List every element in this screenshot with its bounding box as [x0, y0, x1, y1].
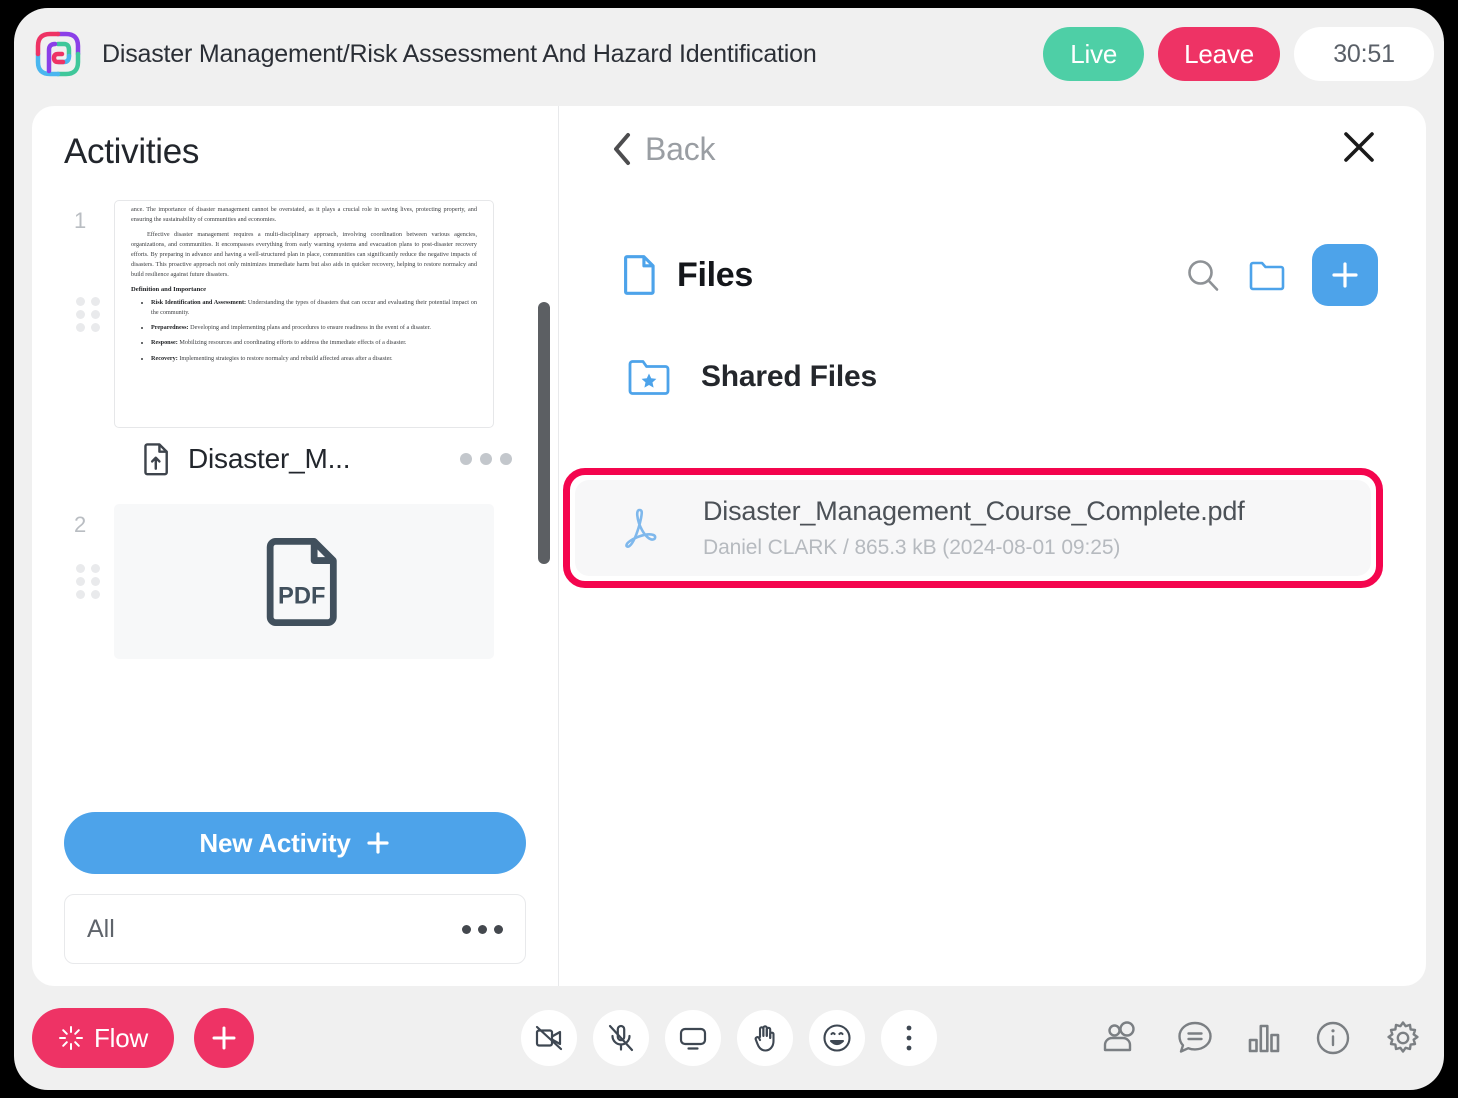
screen-share-button[interactable]	[665, 1010, 721, 1066]
files-panel: Back Files Shared Files Disaster_Managem…	[559, 106, 1426, 986]
file-row[interactable]: Disaster_Management_Course_Complete.pdf …	[575, 480, 1371, 576]
document-preview-thumbnail[interactable]: ance. The importance of disaster managem…	[114, 200, 494, 428]
doc-bullet: Response: Mobilizing resources and coord…	[151, 338, 477, 348]
new-activity-button[interactable]: New Activity	[64, 812, 526, 874]
activity-filter-select[interactable]: All	[64, 894, 526, 964]
back-button[interactable]: Back	[611, 130, 716, 168]
file-size: 865.3 kB	[854, 536, 937, 559]
raise-hand-icon	[749, 1022, 781, 1054]
center-tools	[521, 1010, 937, 1066]
leave-button[interactable]: Leave	[1158, 27, 1280, 81]
activity-index: 1	[74, 208, 87, 233]
settings-icon[interactable]	[1384, 1019, 1422, 1057]
poll-icon[interactable]	[1246, 1021, 1282, 1055]
more-options-button[interactable]	[881, 1010, 937, 1066]
doc-heading: Definition and Importance	[131, 286, 207, 294]
add-button[interactable]	[194, 1008, 255, 1068]
file-icon	[623, 254, 657, 296]
more-horizontal-icon[interactable]	[460, 453, 512, 465]
add-file-button[interactable]	[1312, 244, 1378, 306]
participants-icon[interactable]	[1102, 1020, 1144, 1056]
app-window: Disaster Management/Risk Assessment And …	[14, 8, 1444, 1090]
folder-name: Shared Files	[701, 360, 878, 393]
screen-share-icon	[677, 1022, 709, 1054]
pdf-file-icon: PDF	[266, 537, 342, 626]
search-icon[interactable]	[1184, 256, 1222, 294]
activities-title: Activities	[64, 132, 200, 171]
meeting-timer: 30:51	[1294, 27, 1434, 81]
scrollbar-thumb[interactable]	[538, 302, 550, 564]
files-title: Files	[677, 255, 753, 294]
camera-off-icon	[533, 1022, 565, 1054]
info-icon[interactable]	[1314, 1019, 1352, 1057]
pdf-adobe-icon	[619, 505, 661, 551]
activity-label-row[interactable]: Disaster_M...	[142, 442, 512, 476]
drag-handle-icon[interactable]	[76, 296, 102, 332]
pdf-preview-thumbnail[interactable]: PDF	[114, 504, 494, 659]
activities-list[interactable]: 1 ance. The importance of disaster manag…	[32, 190, 558, 812]
file-date: (2024-08-01 09:25)	[942, 536, 1121, 559]
more-vertical-icon	[896, 1023, 922, 1053]
app-header: Disaster Management/Risk Assessment And …	[14, 8, 1444, 100]
meeting-title: Disaster Management/Risk Assessment And …	[102, 39, 817, 68]
svg-text:PDF: PDF	[278, 583, 325, 609]
doc-bullet: Preparedness: Developing and implementin…	[151, 323, 477, 333]
close-icon[interactable]	[1340, 128, 1378, 171]
sparkle-icon	[58, 1025, 84, 1051]
doc-paragraph: ance. The importance of disaster managem…	[131, 206, 477, 224]
activity-index: 2	[74, 512, 87, 537]
activity-item-1[interactable]: 1 ance. The importance of disaster manag…	[32, 200, 558, 476]
plus-icon	[365, 830, 391, 856]
live-badge[interactable]: Live	[1043, 27, 1145, 81]
camera-off-button[interactable]	[521, 1010, 577, 1066]
microphone-off-button[interactable]	[593, 1010, 649, 1066]
bottom-toolbar: Flow	[14, 986, 1444, 1090]
doc-bullet: Recovery: Implementing strategies to res…	[151, 354, 477, 364]
doc-paragraph: Effective disaster management requires a…	[131, 231, 477, 279]
new-activity-label: New Activity	[199, 827, 351, 858]
flow-button[interactable]: Flow	[32, 1008, 175, 1068]
pelcro-spiral-logo-icon	[30, 26, 86, 82]
files-header: Files	[623, 244, 1392, 306]
activities-panel: Activities 1 ance. The importance of dis…	[32, 106, 559, 986]
drag-handle-icon[interactable]	[76, 564, 102, 599]
chat-icon[interactable]	[1176, 1020, 1214, 1056]
file-owner: Daniel CLARK	[703, 536, 838, 559]
file-name: Disaster_Management_Course_Complete.pdf	[703, 496, 1245, 526]
activities-footer: New Activity All	[32, 812, 558, 986]
doc-bullet-list: Risk Identification and Assessment: Unde…	[151, 298, 477, 363]
chevron-left-icon	[611, 132, 633, 166]
folder-icon[interactable]	[1248, 258, 1286, 292]
files-panel-top: Back	[593, 106, 1392, 192]
folder-star-icon	[627, 358, 671, 396]
doc-bullet: Risk Identification and Assessment: Unde…	[151, 298, 477, 318]
header-actions: Live Leave 30:51	[1043, 27, 1434, 81]
activity-title: Disaster_M...	[188, 443, 351, 474]
activities-scrollbar[interactable]	[538, 198, 550, 804]
back-label: Back	[645, 130, 716, 167]
folder-row-shared-files[interactable]: Shared Files	[627, 358, 1392, 396]
activity-item-2[interactable]: 2 PDF	[32, 504, 558, 659]
plus-icon	[1329, 259, 1361, 291]
main-card: Activities 1 ance. The importance of dis…	[32, 106, 1426, 986]
file-submeta: Daniel CLARK / 865.3 kB (2024-08-01 09:2…	[703, 536, 1245, 560]
emoji-icon	[821, 1022, 853, 1054]
emoji-button[interactable]	[809, 1010, 865, 1066]
more-horizontal-icon[interactable]	[462, 924, 503, 934]
filter-value: All	[87, 914, 115, 943]
file-row-highlight-box: Disaster_Management_Course_Complete.pdf …	[563, 468, 1383, 588]
file-meta: Disaster_Management_Course_Complete.pdf …	[703, 496, 1245, 560]
raise-hand-button[interactable]	[737, 1010, 793, 1066]
plus-icon	[209, 1023, 239, 1053]
right-tools	[1102, 1019, 1422, 1057]
flow-label: Flow	[94, 1022, 149, 1053]
microphone-off-icon	[605, 1022, 637, 1054]
file-upload-icon	[142, 442, 172, 476]
file-separator: /	[842, 536, 849, 559]
files-actions	[1184, 244, 1378, 306]
